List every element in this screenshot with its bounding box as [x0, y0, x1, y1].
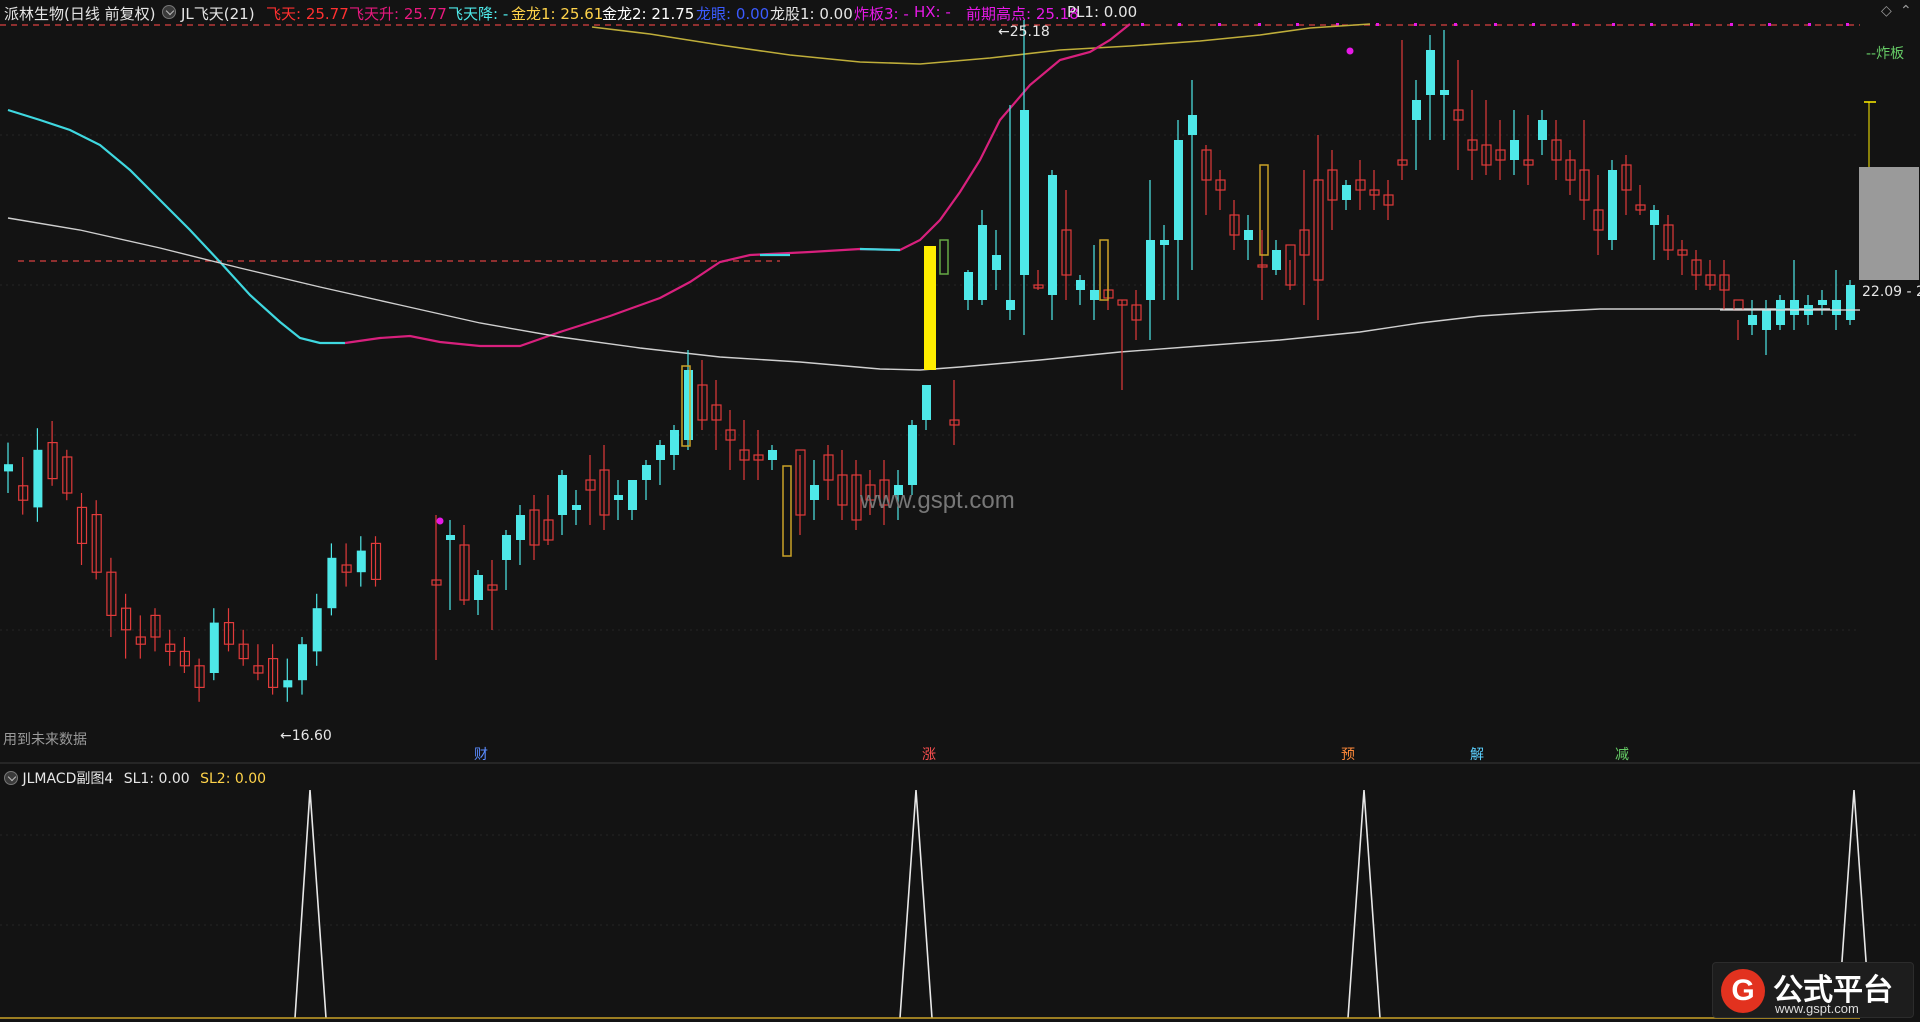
candle-body	[1090, 290, 1099, 300]
sub-chart-title[interactable]: JLMACD副图4	[22, 771, 113, 787]
green-candle	[939, 239, 949, 275]
candle-body	[628, 480, 637, 510]
app-window: 派林生物(日线 前复权) JL飞天(21) 飞天: 25.77 飞天升: 25.…	[0, 0, 1920, 1022]
sl1-value: SL1: 0.00	[123, 771, 190, 787]
zhaban-label: --炸板	[1866, 46, 1905, 62]
candle-body	[810, 485, 819, 500]
yellow-limit-up-bar	[924, 246, 936, 370]
gray-zone	[1859, 167, 1919, 280]
sub-chart-peaks	[294, 789, 1871, 1019]
candle-body	[1006, 300, 1015, 310]
pink-dot	[436, 517, 444, 525]
candle-body	[1748, 315, 1757, 325]
price-tag: 22.09 - 2	[1862, 284, 1920, 300]
candle-body	[684, 370, 693, 440]
candle-body	[446, 535, 455, 540]
gold-candle	[1259, 164, 1269, 256]
marker-zhang[interactable]: 涨	[922, 744, 936, 764]
candle-body	[1790, 300, 1799, 315]
candle-body	[1510, 140, 1519, 160]
candle-body	[670, 430, 679, 455]
marker-yu[interactable]: 预	[1341, 744, 1355, 764]
candle-body	[1608, 170, 1617, 240]
watermark: www.gspt.com	[860, 487, 1015, 514]
candle-body	[298, 644, 307, 681]
candle-body	[558, 475, 567, 515]
logo-url: www.gspt.com	[1775, 1001, 1859, 1016]
pink-dot	[1346, 47, 1354, 55]
marker-cai[interactable]: 财	[474, 744, 488, 764]
candle-body	[327, 557, 337, 609]
candle-body	[1412, 100, 1421, 120]
candle-body	[1160, 240, 1169, 245]
candle-body	[964, 272, 973, 300]
sub-indicator-toggle-icon[interactable]	[4, 771, 18, 789]
candle-body	[768, 450, 777, 460]
candle-body	[1342, 185, 1351, 200]
candle-body	[572, 505, 581, 510]
candle-body	[1174, 140, 1183, 240]
golden-line	[591, 23, 1371, 65]
candle-body	[922, 385, 931, 420]
candle-body	[1762, 310, 1771, 330]
candle-body	[656, 445, 665, 460]
candle-body	[1426, 50, 1435, 95]
candle-body	[1832, 300, 1841, 315]
candle-body	[1650, 210, 1659, 225]
candle-body	[978, 225, 987, 300]
candle-body	[614, 495, 623, 500]
high-label: ←25.18	[998, 24, 1050, 40]
magenta-line	[344, 23, 1131, 348]
candle-body	[4, 464, 13, 472]
marker-jie[interactable]: 解	[1470, 744, 1484, 764]
candle-body	[516, 515, 525, 540]
logo-g-icon: G	[1721, 969, 1765, 1013]
candle-body	[1048, 175, 1057, 295]
low-label: ←16.60	[280, 728, 332, 744]
candle-body	[642, 465, 651, 480]
candle-body	[1846, 285, 1855, 320]
candle-body	[33, 449, 43, 508]
candle-body	[1776, 300, 1785, 325]
candle-body	[1538, 120, 1547, 140]
candle-body	[283, 680, 293, 688]
candle-body	[502, 535, 511, 560]
sl2-value: SL2: 0.00	[200, 771, 267, 787]
candle-body	[1440, 90, 1449, 95]
candle-body	[1244, 230, 1253, 240]
candle-body	[1020, 110, 1029, 275]
marker-jian[interactable]: 减	[1615, 744, 1629, 764]
candle-body	[1272, 250, 1281, 270]
candle-body	[474, 575, 483, 600]
gspt-logo: G 公式平台 www.gspt.com	[1712, 962, 1914, 1018]
candle-body	[209, 622, 219, 673]
future-data-note: 用到未来数据	[3, 732, 87, 748]
candle-body	[1818, 300, 1827, 305]
candle-body	[312, 608, 322, 652]
candle-body	[1146, 240, 1155, 300]
candle-body	[908, 425, 917, 485]
candle-body	[1188, 115, 1197, 135]
sub-chart-header: JLMACD副图4 SL1: 0.00 SL2: 0.00	[4, 768, 266, 789]
gold-candle	[782, 465, 792, 557]
candle-body	[1076, 280, 1085, 290]
candle-body	[992, 255, 1001, 270]
candle-body	[356, 550, 366, 573]
